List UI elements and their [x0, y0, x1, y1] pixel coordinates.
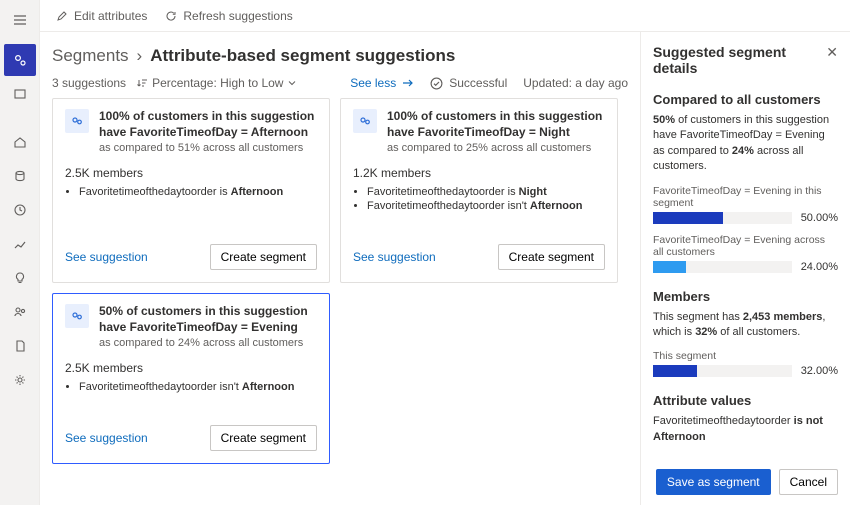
gear-icon[interactable]: [4, 364, 36, 396]
see-suggestion-link[interactable]: See suggestion: [353, 250, 436, 264]
close-icon[interactable]: ✕: [826, 44, 838, 61]
create-segment-button[interactable]: Create segment: [210, 425, 317, 451]
card-rules: Favoritetimeofthedaytoorder isn't Aftern…: [79, 381, 317, 395]
sort-icon: [136, 77, 148, 89]
card-subtitle: as compared to 25% across all customers: [387, 142, 605, 154]
home-icon[interactable]: [4, 126, 36, 158]
time-icon[interactable]: [4, 194, 36, 226]
chevron-right-icon: ›: [137, 46, 143, 66]
section-compare-heading: Compared to all customers: [653, 92, 838, 107]
sort-control[interactable]: Percentage: High to Low: [136, 76, 297, 90]
panel-title: Suggested segment details: [653, 44, 826, 76]
suggestion-card[interactable]: 50% of customers in this suggestion have…: [52, 293, 330, 464]
bar2: 24.00%: [653, 261, 838, 273]
bulb-icon[interactable]: [4, 262, 36, 294]
page-title: Attribute-based segment suggestions: [150, 46, 455, 66]
chevron-down-icon: [287, 78, 297, 88]
bar1: 50.00%: [653, 212, 838, 224]
segment-icon: [65, 304, 89, 328]
card-rules: Favoritetimeofthedaytoorder is Afternoon: [79, 186, 317, 200]
pencil-icon: [56, 10, 68, 22]
create-segment-button[interactable]: Create segment: [498, 244, 605, 270]
status-badge: Successful: [430, 76, 507, 90]
card-title: 50% of customers in this suggestion have…: [99, 304, 317, 335]
card-subtitle: as compared to 51% across all customers: [99, 142, 317, 154]
hamburger-icon[interactable]: [4, 4, 36, 36]
breadcrumb-root[interactable]: Segments: [52, 46, 129, 66]
suggestion-count: 3 suggestions: [52, 76, 126, 90]
check-circle-icon: [430, 77, 443, 90]
chart-icon[interactable]: [4, 228, 36, 260]
card-title: 100% of customers in this suggestion hav…: [99, 109, 317, 140]
refresh-suggestions-label: Refresh suggestions: [183, 9, 292, 23]
see-suggestion-link[interactable]: See suggestion: [65, 250, 148, 264]
section-attr-heading: Attribute values: [653, 393, 838, 408]
content: Segments › Attribute-based segment sugge…: [40, 32, 640, 505]
nav-item-active[interactable]: [4, 44, 36, 76]
card-rules: Favoritetimeofthedaytoorder is Night Favo…: [367, 186, 605, 214]
side-panel: Suggested segment details ✕ Compared to …: [640, 32, 850, 505]
members-text: This segment has 2,453 members, which is…: [653, 310, 838, 341]
edit-attributes-button[interactable]: Edit attributes: [56, 9, 147, 23]
create-segment-button[interactable]: Create segment: [210, 244, 317, 270]
card-members: 1.2K members: [353, 166, 605, 180]
data-icon[interactable]: [4, 160, 36, 192]
nav-item-2[interactable]: [4, 78, 36, 110]
metabar: 3 suggestions Percentage: High to Low Se…: [52, 76, 628, 90]
attr-text: Favoritetimeofthedaytoorder is not After…: [653, 414, 838, 445]
suggestion-card[interactable]: 100% of customers in this suggestion hav…: [52, 98, 330, 283]
breadcrumb: Segments › Attribute-based segment sugge…: [52, 46, 628, 66]
bar2-label: FavoriteTimeofDay = Evening across all c…: [653, 234, 838, 258]
people-icon[interactable]: [4, 296, 36, 328]
left-nav: [0, 0, 40, 505]
bar3: 32.00%: [653, 365, 838, 377]
segment-icon: [353, 109, 377, 133]
section-members-heading: Members: [653, 289, 838, 304]
see-suggestion-link[interactable]: See suggestion: [65, 431, 148, 445]
edit-attributes-label: Edit attributes: [74, 9, 147, 23]
cards-grid: 100% of customers in this suggestion hav…: [52, 98, 628, 464]
refresh-icon: [165, 10, 177, 22]
cancel-button[interactable]: Cancel: [779, 469, 838, 495]
compare-text: 50% of customers in this suggestion have…: [653, 113, 838, 175]
refresh-suggestions-button[interactable]: Refresh suggestions: [165, 9, 292, 23]
arrow-right-icon: [402, 78, 414, 88]
rule-item: Favoritetimeofthedaytoorder is Night: [367, 186, 605, 198]
suggestion-card[interactable]: 100% of customers in this suggestion hav…: [340, 98, 618, 283]
doc-icon[interactable]: [4, 330, 36, 362]
segment-icon: [65, 109, 89, 133]
topbar: Edit attributes Refresh suggestions: [40, 0, 850, 32]
see-less-link[interactable]: See less: [350, 76, 414, 90]
main: Edit attributes Refresh suggestions Segm…: [40, 0, 850, 505]
card-members: 2.5K members: [65, 361, 317, 375]
sort-label: Percentage: High to Low: [152, 76, 283, 90]
rule-item: Favoritetimeofthedaytoorder is Afternoon: [79, 186, 317, 198]
save-as-segment-button[interactable]: Save as segment: [656, 469, 771, 495]
rule-item: Favoritetimeofthedaytoorder isn't Aftern…: [79, 381, 317, 393]
bar3-label: This segment: [653, 350, 838, 362]
bar1-label: FavoriteTimeofDay = Evening in this segm…: [653, 185, 838, 209]
updated-label: Updated: a day ago: [523, 76, 628, 90]
card-subtitle: as compared to 24% across all customers: [99, 337, 317, 349]
rule-item: Favoritetimeofthedaytoorder isn't Aftern…: [367, 200, 605, 212]
card-title: 100% of customers in this suggestion hav…: [387, 109, 605, 140]
card-members: 2.5K members: [65, 166, 317, 180]
